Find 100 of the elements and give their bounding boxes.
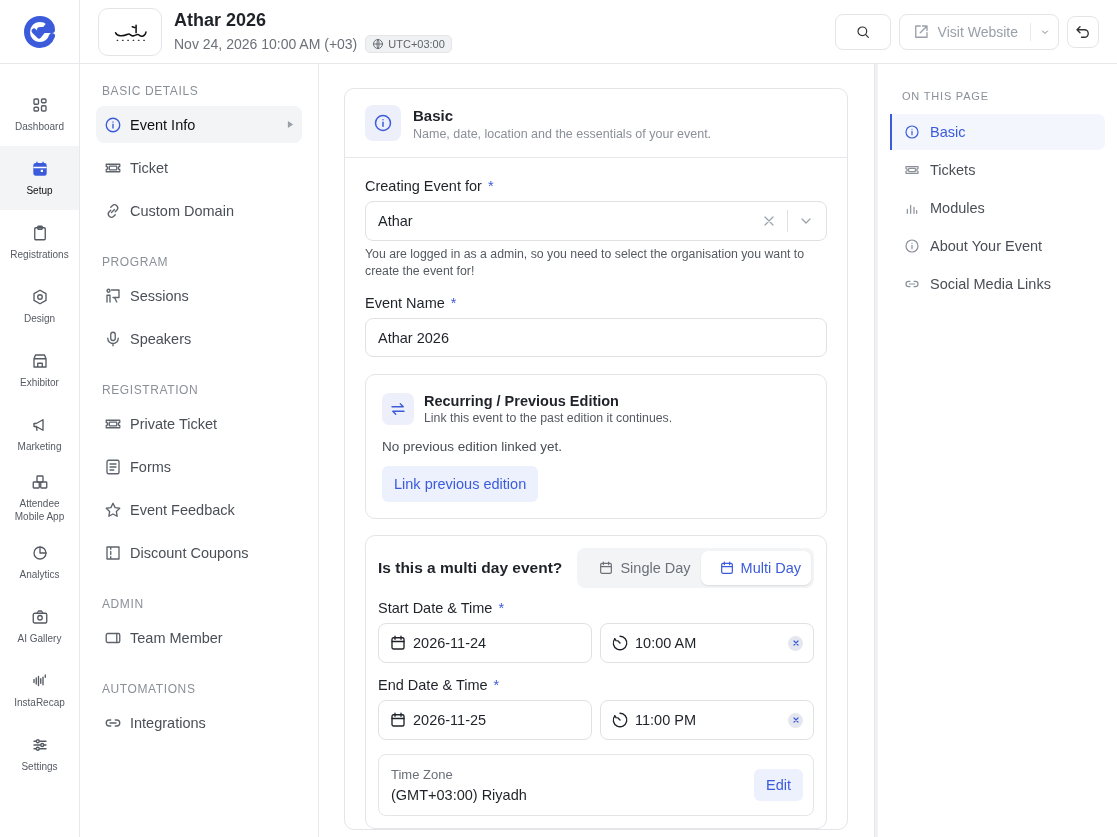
help-text: You are logged in as a admin, so you need to select the organisation you want to create the event for! bbox=[365, 246, 806, 280]
sidebar-item[interactable]: Discount Coupons bbox=[96, 534, 302, 571]
sidebar-item[interactable]: Speakers bbox=[96, 320, 302, 357]
sidebar-item[interactable]: Integrations bbox=[96, 704, 302, 741]
presenter-icon bbox=[104, 286, 122, 305]
hexagon-icon bbox=[30, 287, 49, 306]
search-button[interactable] bbox=[834, 13, 891, 50]
sidebar-item[interactable]: Forms bbox=[96, 448, 302, 485]
rail-item[interactable]: Exhibitor bbox=[0, 338, 79, 402]
rail-item[interactable]: AI Gallery bbox=[0, 594, 79, 658]
edit-button[interactable]: Edit bbox=[754, 769, 803, 802]
sidebar-item[interactable]: Sessions bbox=[96, 277, 302, 314]
clear-button[interactable] bbox=[788, 635, 803, 651]
undo-button[interactable] bbox=[1067, 15, 1099, 48]
rail-item[interactable]: Analytics bbox=[0, 530, 79, 594]
swap-icon bbox=[382, 393, 414, 426]
day-option[interactable]: Multi Day bbox=[700, 551, 811, 586]
section-heading: BASIC DETAILS bbox=[101, 84, 200, 98]
rail-item[interactable]: Attendee Mobile App bbox=[0, 466, 79, 530]
rail-label: AI Gallery bbox=[16, 631, 63, 645]
time-field[interactable]: 10:00 AM bbox=[600, 623, 814, 664]
status-text: No previous edition linked yet. bbox=[382, 439, 564, 455]
sidebar-item[interactable]: Ticket bbox=[96, 149, 302, 186]
section-heading: ON THIS PAGE bbox=[901, 90, 990, 102]
calendar-icon bbox=[30, 159, 49, 178]
rail-item[interactable]: Registrations bbox=[0, 210, 79, 274]
sidebar-item[interactable]: Custom Domain bbox=[96, 192, 302, 229]
sidebar-item[interactable]: Team Member bbox=[96, 619, 302, 656]
section-heading: AUTOMATIONS bbox=[101, 682, 197, 696]
calendar-icon bbox=[389, 634, 407, 653]
pie-chart-icon bbox=[30, 543, 49, 562]
field-label: End Date & Time bbox=[378, 677, 488, 694]
clear-button[interactable] bbox=[788, 712, 803, 728]
time-field[interactable]: 11:00 PM bbox=[600, 700, 814, 741]
event-title: Athar 2026 bbox=[174, 10, 268, 31]
section-heading: REGISTRATION bbox=[101, 383, 200, 397]
rail-item[interactable]: Design bbox=[0, 274, 79, 338]
dashboard-icon bbox=[30, 95, 49, 114]
page-anchor-link[interactable]: Basic bbox=[890, 114, 1105, 150]
section-heading: ADMIN bbox=[101, 597, 145, 611]
form-icon bbox=[104, 457, 122, 476]
rail-label: Settings bbox=[20, 759, 59, 773]
rail-item[interactable]: InstaRecap bbox=[0, 658, 79, 722]
date-field[interactable]: 2026-11-25 bbox=[378, 700, 592, 741]
multi-day-question: Is this a multi day event? bbox=[378, 559, 563, 578]
caret-icon bbox=[287, 120, 294, 129]
info-icon bbox=[365, 105, 401, 141]
calendar-icon bbox=[389, 711, 407, 730]
rail-label: Attendee Mobile App bbox=[13, 497, 66, 523]
rail-label: Dashboard bbox=[14, 119, 65, 133]
rail-label: Analytics bbox=[18, 567, 61, 581]
recurring-subtitle: Link this event to the past edition it continues. bbox=[424, 411, 673, 426]
timezone-value: (GMT+03:00) Riyadh bbox=[391, 787, 527, 804]
section-subtitle: Name, date, location and the essentials of your event. bbox=[413, 127, 712, 141]
rail-label: Setup bbox=[25, 183, 54, 197]
required-mark: * bbox=[493, 677, 500, 694]
rail-item[interactable]: Settings bbox=[0, 722, 79, 786]
sidebar-item[interactable]: Private Ticket bbox=[96, 405, 302, 442]
timezone-badge: UTC+03:00 bbox=[365, 35, 452, 53]
date-field[interactable]: 2026-11-24 bbox=[378, 623, 592, 664]
rail-label: Exhibitor bbox=[19, 375, 60, 389]
page-anchor-link[interactable]: Tickets bbox=[890, 152, 1105, 188]
search-icon bbox=[854, 23, 871, 40]
section-heading: PROGRAM bbox=[101, 255, 170, 269]
rail-label: Registrations bbox=[9, 247, 70, 261]
event-date: Nov 24, 2026 10:00 AM (+03) bbox=[174, 36, 358, 52]
calendar-icon bbox=[598, 560, 615, 577]
rail-item[interactable]: Marketing bbox=[0, 402, 79, 466]
required-mark: * bbox=[450, 295, 457, 312]
page-anchor-link[interactable]: Social Media Links bbox=[890, 266, 1105, 302]
microphone-icon bbox=[104, 329, 122, 348]
field-label: Creating Event for bbox=[365, 178, 482, 194]
info-icon bbox=[904, 124, 920, 140]
section-title: Basic bbox=[413, 107, 455, 124]
rail-item[interactable]: Setup bbox=[0, 146, 79, 210]
rail-label: InstaRecap bbox=[13, 695, 66, 709]
organisation-select[interactable]: Athar bbox=[365, 201, 827, 241]
rail-item[interactable]: Dashboard bbox=[0, 82, 79, 146]
recurring-title: Recurring / Previous Edition bbox=[424, 393, 620, 410]
timezone-label: Time Zone bbox=[391, 767, 454, 783]
sidebar-item[interactable]: Event Info bbox=[96, 106, 302, 143]
store-icon bbox=[30, 351, 49, 370]
calendar-icon bbox=[718, 560, 735, 577]
field-label: Start Date & Time bbox=[378, 600, 493, 617]
boxes-icon bbox=[30, 473, 49, 491]
info-icon bbox=[104, 115, 122, 134]
clock-icon bbox=[611, 711, 629, 730]
page-anchor-link[interactable]: About Your Event bbox=[890, 228, 1105, 264]
event-name-field[interactable]: Athar 2026 bbox=[365, 318, 827, 358]
page-anchor-link[interactable]: Modules bbox=[890, 190, 1105, 226]
day-option[interactable]: Single Day bbox=[580, 551, 701, 586]
link-previous-edition-button[interactable]: Link previous edition bbox=[382, 466, 539, 503]
star-icon bbox=[104, 500, 122, 519]
sidebar-item[interactable]: Event Feedback bbox=[96, 491, 302, 528]
required-mark: * bbox=[498, 600, 505, 617]
rail-label: Marketing bbox=[16, 439, 63, 453]
coupon-icon bbox=[104, 543, 122, 562]
camera-icon bbox=[30, 607, 49, 626]
info-icon bbox=[904, 238, 920, 254]
clock-icon bbox=[611, 634, 629, 653]
